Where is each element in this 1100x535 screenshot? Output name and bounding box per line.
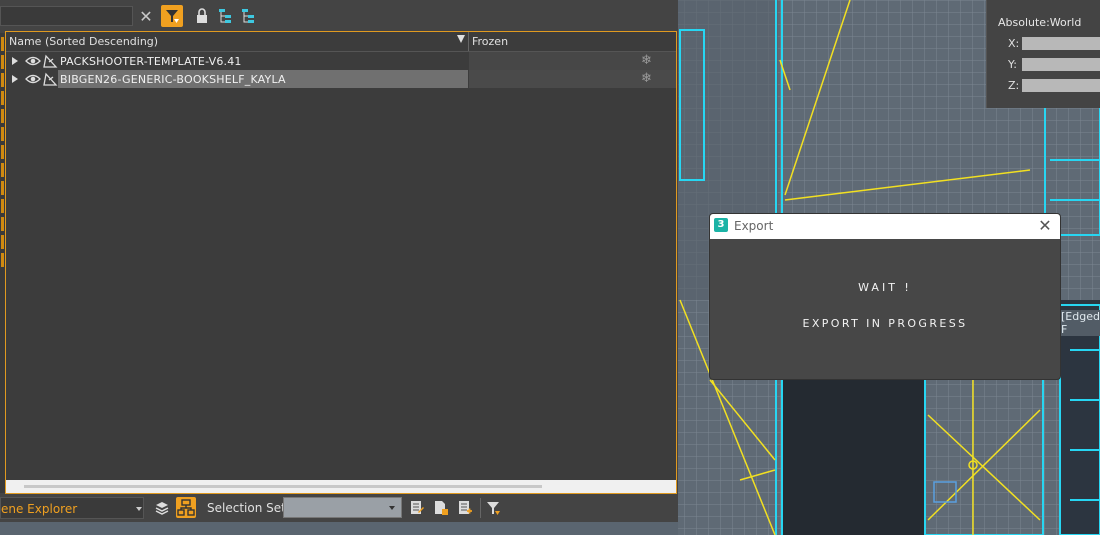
hierarchy-mode-button[interactable] [176,497,196,518]
transform-type-in-panel: Absolute:World X: Y: Z: [986,0,1100,108]
expand-arrow-icon[interactable] [12,75,18,83]
selection-set-new-icon[interactable] [434,500,449,516]
object-name: PACKSHOOTER-TEMPLATE-V6.41 [60,55,242,68]
column-divider[interactable] [468,32,469,51]
dialog-titlebar[interactable]: 3 Export ✕ [710,214,1060,239]
filter-icon [166,10,179,23]
scrollbar-thumb[interactable] [24,485,542,488]
app-icon: 3 [714,218,728,232]
x-field[interactable] [1022,37,1100,50]
close-icon[interactable]: ✕ [1035,216,1055,236]
selection-set-label: Selection Set: [207,501,290,515]
progress-message: EXPORT IN PROGRESS [802,317,968,330]
z-field[interactable] [1022,79,1100,92]
selection-set-dropdown[interactable] [283,497,402,518]
explorer-selector-dropdown[interactable]: ene Explorer [0,497,144,519]
absolute-world-label: Absolute:World [998,16,1082,29]
clear-search-icon[interactable]: ✕ [137,7,155,26]
selection-set-edit-icon[interactable] [410,500,425,516]
dialog-title: Export [734,219,774,233]
lock-icon[interactable] [193,7,211,25]
object-name: BIBGEN26-GENERIC-BOOKSHELF_KAYLA [60,73,286,86]
eye-icon[interactable] [25,72,41,86]
hierarchy-expand-icon[interactable] [217,7,235,25]
horizontal-scrollbar[interactable] [6,480,676,493]
expand-arrow-icon[interactable] [12,57,18,65]
list-item[interactable]: PACKSHOOTER-TEMPLATE-V6.41 ❄ [6,52,676,70]
filter-button[interactable] [161,5,183,27]
selection-set-add-icon[interactable] [458,500,473,516]
eye-icon[interactable] [25,54,41,68]
hierarchy-collapse-icon[interactable] [240,7,258,25]
explorer-name: ene Explorer [1,502,78,516]
layers-icon[interactable] [154,500,170,516]
column-header: Name (Sorted Descending) Frozen [6,32,676,52]
hierarchy-icon [177,499,195,516]
selection-filter-icon[interactable] [486,500,501,516]
explorer-bottom-toolbar: ene Explorer Selection Set: [0,494,678,522]
scene-explorer: ✕ Name (Sorted Descending) Frozen PACKSH… [0,0,678,522]
scene-list[interactable]: Name (Sorted Descending) Frozen PACKSHOO… [5,31,677,494]
viewport-view-label[interactable]: [Edged F [1060,310,1100,336]
wait-message: WAIT ! [858,281,912,294]
y-field[interactable] [1022,58,1100,71]
chevron-down-icon [389,506,395,510]
y-label: Y: [1008,58,1017,71]
column-name-header[interactable]: Name (Sorted Descending) [9,35,158,48]
toolbar-separator [480,498,481,518]
frozen-icon[interactable]: ❄ [641,53,652,68]
column-frozen-header[interactable]: Frozen [472,35,508,48]
x-label: X: [1008,37,1020,50]
chevron-down-icon [136,507,142,511]
list-item[interactable]: BIBGEN26-GENERIC-BOOKSHELF_KAYLA ❄ [6,70,676,88]
export-dialog: 3 Export ✕ WAIT ! EXPORT IN PROGRESS [710,214,1060,379]
geometry-icon [43,54,58,68]
search-input[interactable] [0,6,133,26]
explorer-toolbar: ✕ [0,0,678,33]
geometry-icon [43,72,58,86]
frozen-icon[interactable]: ❄ [641,71,652,86]
z-label: Z: [1008,79,1020,92]
sort-descending-icon[interactable] [457,35,465,43]
